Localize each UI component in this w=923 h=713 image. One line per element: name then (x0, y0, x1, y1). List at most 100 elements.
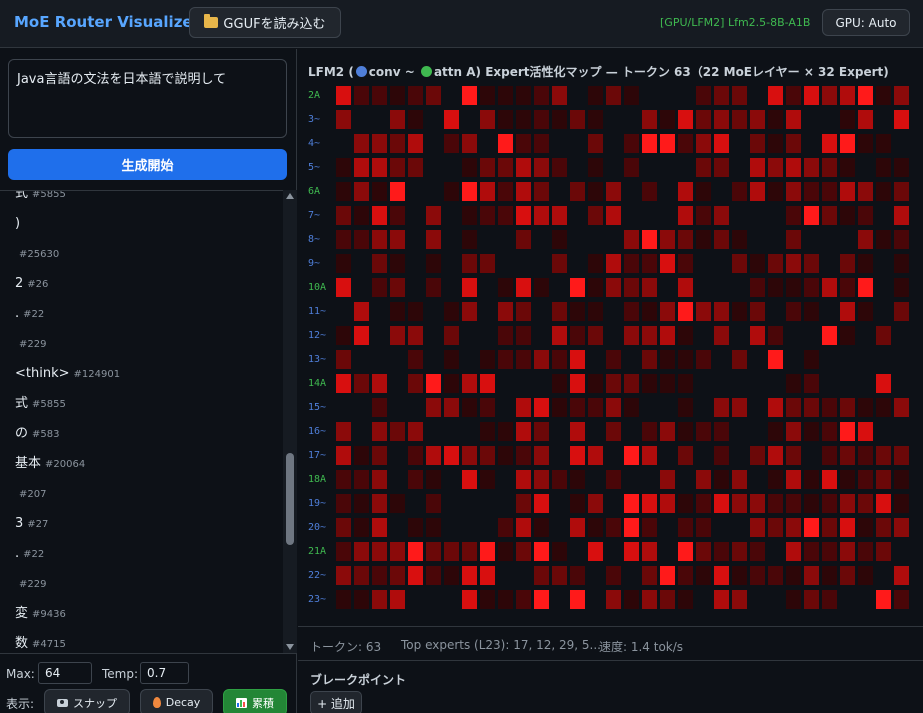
expert-cell[interactable] (551, 421, 568, 442)
expert-cell[interactable] (533, 517, 550, 538)
expert-cell[interactable] (623, 589, 640, 610)
expert-cell[interactable] (749, 277, 766, 298)
expert-cell[interactable] (767, 181, 784, 202)
expert-cell[interactable] (857, 325, 874, 346)
expert-cell[interactable] (425, 493, 442, 514)
expert-cell[interactable] (875, 181, 892, 202)
expert-cell[interactable] (749, 445, 766, 466)
expert-cell[interactable] (875, 469, 892, 490)
expert-cell[interactable] (803, 301, 820, 322)
expert-cell[interactable] (749, 349, 766, 370)
expert-cell[interactable] (335, 469, 352, 490)
expert-cell[interactable] (461, 493, 478, 514)
expert-cell[interactable] (875, 373, 892, 394)
expert-cell[interactable] (785, 565, 802, 586)
expert-cell[interactable] (605, 301, 622, 322)
expert-cell[interactable] (821, 421, 838, 442)
expert-cell[interactable] (533, 349, 550, 370)
expert-cell[interactable] (803, 517, 820, 538)
expert-cell[interactable] (785, 349, 802, 370)
expert-cell[interactable] (623, 517, 640, 538)
expert-cell[interactable] (803, 445, 820, 466)
expert-cell[interactable] (335, 421, 352, 442)
expert-cell[interactable] (893, 85, 910, 106)
expert-cell[interactable] (893, 565, 910, 586)
expert-cell[interactable] (677, 541, 694, 562)
expert-cell[interactable] (731, 565, 748, 586)
expert-cell[interactable] (335, 589, 352, 610)
token-item[interactable]: 3 #27 (15, 512, 48, 532)
expert-cell[interactable] (569, 229, 586, 250)
token-item[interactable]: の #583 (15, 422, 59, 442)
expert-cell[interactable] (551, 469, 568, 490)
expert-cell[interactable] (641, 229, 658, 250)
expert-cell[interactable] (515, 373, 532, 394)
expert-cell[interactable] (695, 205, 712, 226)
expert-cell[interactable] (569, 253, 586, 274)
expert-cell[interactable] (515, 277, 532, 298)
expert-cell[interactable] (641, 349, 658, 370)
expert-cell[interactable] (389, 157, 406, 178)
expert-cell[interactable] (443, 493, 460, 514)
expert-cell[interactable] (587, 229, 604, 250)
expert-cell[interactable] (497, 469, 514, 490)
expert-cell[interactable] (731, 469, 748, 490)
expert-cell[interactable] (623, 349, 640, 370)
expert-heatmap[interactable]: 2A 3~ 4~ 5~ 6A 7~ 8~ 9~ 10A 11~ 12~ 13~ 14A 15~ 16~ 17~… (298, 83, 923, 623)
expert-cell[interactable] (749, 469, 766, 490)
expert-cell[interactable] (659, 493, 676, 514)
expert-cell[interactable] (443, 373, 460, 394)
expert-cell[interactable] (713, 589, 730, 610)
expert-cell[interactable] (443, 565, 460, 586)
expert-cell[interactable] (641, 181, 658, 202)
expert-cell[interactable] (695, 133, 712, 154)
expert-cell[interactable] (515, 229, 532, 250)
cumulative-mode-button[interactable]: 累積 (223, 689, 287, 713)
expert-cell[interactable] (353, 517, 370, 538)
expert-cell[interactable] (569, 85, 586, 106)
expert-cell[interactable] (821, 541, 838, 562)
expert-cell[interactable] (857, 589, 874, 610)
expert-cell[interactable] (497, 373, 514, 394)
expert-cell[interactable] (533, 109, 550, 130)
expert-cell[interactable] (497, 349, 514, 370)
expert-cell[interactable] (461, 349, 478, 370)
expert-cell[interactable] (749, 325, 766, 346)
expert-cell[interactable] (461, 133, 478, 154)
expert-cell[interactable] (569, 469, 586, 490)
expert-cell[interactable] (533, 469, 550, 490)
expert-cell[interactable] (587, 373, 604, 394)
expert-cell[interactable] (551, 253, 568, 274)
expert-cell[interactable] (713, 109, 730, 130)
expert-cell[interactable] (857, 493, 874, 514)
expert-cell[interactable] (551, 205, 568, 226)
expert-cell[interactable] (875, 85, 892, 106)
expert-cell[interactable] (857, 133, 874, 154)
expert-cell[interactable] (353, 133, 370, 154)
expert-cell[interactable] (893, 325, 910, 346)
expert-cell[interactable] (875, 205, 892, 226)
expert-cell[interactable] (389, 493, 406, 514)
expert-cell[interactable] (623, 325, 640, 346)
expert-cell[interactable] (407, 205, 424, 226)
expert-cell[interactable] (677, 445, 694, 466)
expert-cell[interactable] (335, 493, 352, 514)
expert-cell[interactable] (533, 397, 550, 418)
expert-cell[interactable] (677, 469, 694, 490)
expert-cell[interactable] (893, 301, 910, 322)
expert-cell[interactable] (767, 517, 784, 538)
expert-cell[interactable] (479, 325, 496, 346)
expert-cell[interactable] (569, 109, 586, 130)
expert-cell[interactable] (461, 589, 478, 610)
expert-cell[interactable] (353, 85, 370, 106)
expert-cell[interactable] (839, 109, 856, 130)
expert-cell[interactable] (515, 109, 532, 130)
expert-cell[interactable] (623, 229, 640, 250)
expert-cell[interactable] (803, 229, 820, 250)
expert-cell[interactable] (371, 253, 388, 274)
expert-cell[interactable] (515, 541, 532, 562)
expert-cell[interactable] (785, 325, 802, 346)
expert-cell[interactable] (605, 469, 622, 490)
scroll-up-arrow-icon[interactable] (286, 193, 294, 199)
expert-cell[interactable] (839, 325, 856, 346)
